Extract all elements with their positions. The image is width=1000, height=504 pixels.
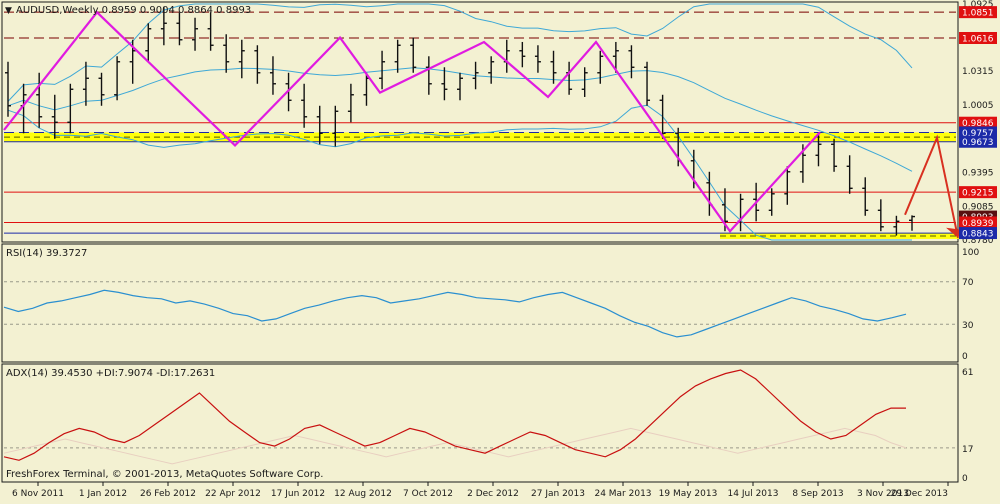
rsi-level-70: 70 <box>962 278 974 288</box>
adx-level-0: 0 <box>962 474 968 484</box>
chart-window: 1.0925 1.0315 1.0005 0.9395 0.9085 0.8780 1.0… <box>0 0 1000 500</box>
rsi-level-100: 100 <box>962 248 979 258</box>
y-tick-label: 1.0315 <box>962 67 994 77</box>
x-tick-label: 26 Feb 2012 <box>140 489 196 499</box>
x-tick-label: 1 Jan 2012 <box>79 489 127 499</box>
x-tick-label: 14 Jul 2013 <box>728 489 779 499</box>
x-tick-label: 12 Aug 2012 <box>334 489 392 499</box>
price-tag-label: 0.8843 <box>962 230 994 240</box>
adx-label: ADX(14) 39.4530 +DI:7.9074 -DI:17.2631 <box>6 368 215 379</box>
rsi-label: RSI(14) 39.3727 <box>6 248 87 259</box>
chart-title-arrow-icon[interactable]: ▼ <box>5 6 12 16</box>
adx-level-17: 17 <box>962 445 973 455</box>
y-tick-label: 1.0005 <box>962 101 994 111</box>
rsi-level-0: 0 <box>962 352 968 362</box>
y-tick-label: 0.9395 <box>962 168 994 178</box>
price-tag-label: 0.9673 <box>962 138 994 148</box>
price-tag-label: 0.9215 <box>962 189 994 199</box>
x-tick-label: 8 Sep 2013 <box>792 489 843 499</box>
x-tick-label: 22 Apr 2012 <box>205 489 261 499</box>
chart-title: AUDUSD,Weekly 0.8959 0.9004 0.8864 0.899… <box>16 5 251 16</box>
x-tick-label: 29 Dec 2013 <box>891 489 949 499</box>
x-tick-label: 7 Oct 2012 <box>403 489 453 499</box>
x-tick-label: 2 Dec 2012 <box>467 489 519 499</box>
x-tick-label: 24 Mar 2013 <box>594 489 651 499</box>
chart-canvas[interactable]: 1.09251.03151.00050.93950.90850.8780 1.0… <box>0 0 1000 500</box>
x-tick-label: 19 May 2013 <box>659 489 718 499</box>
price-tag-label: 1.0851 <box>962 9 994 19</box>
adx-level-61: 61 <box>962 368 973 378</box>
rsi-level-30: 30 <box>962 321 974 331</box>
x-tick-label: 27 Jan 2013 <box>531 489 585 499</box>
x-tick-label: 17 Jun 2012 <box>271 489 325 499</box>
price-tag-label: 1.0616 <box>962 34 994 44</box>
x-tick-label: 6 Nov 2011 <box>12 489 64 499</box>
chart-background <box>0 0 1000 500</box>
copyright-text: FreshForex Terminal, © 2001-2013, MetaQu… <box>6 469 323 480</box>
